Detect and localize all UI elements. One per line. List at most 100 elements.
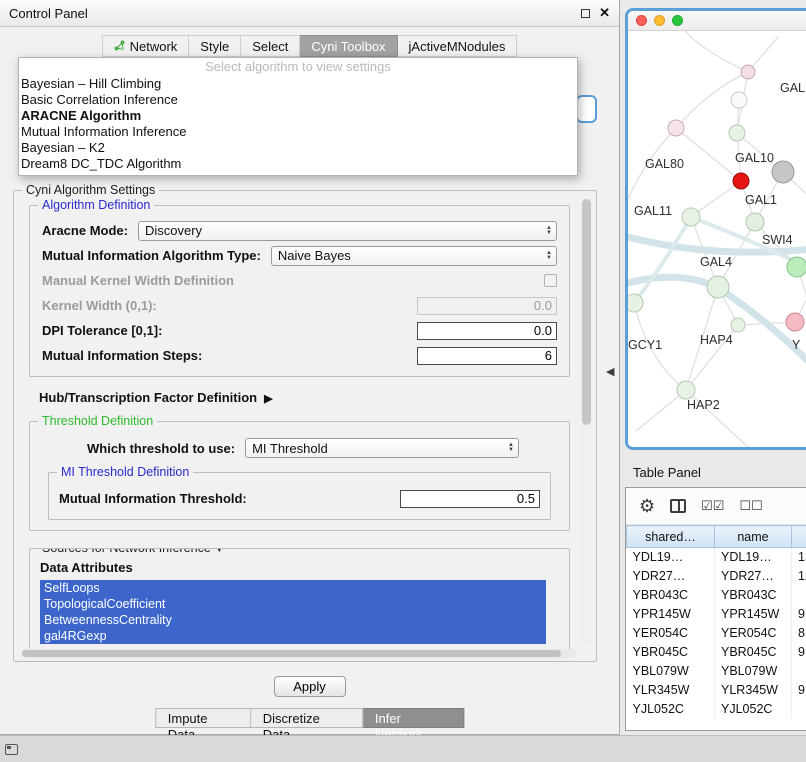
dropdown-placeholder: Select algorithm to view settings <box>19 58 577 76</box>
network-node[interactable] <box>787 257 806 277</box>
network-node[interactable] <box>733 173 749 189</box>
columns-icon[interactable] <box>670 499 686 513</box>
bottom-tab-impute-data[interactable]: Impute Data <box>155 708 251 728</box>
column-header-shared[interactable]: shared… <box>627 526 715 548</box>
close-traffic-light-icon[interactable] <box>636 15 647 26</box>
algorithm-option-bayesian-k2[interactable]: Bayesian – K2 <box>19 140 577 156</box>
network-canvas[interactable]: GAL80GAL10GALGAL11GAL1SWI4GAL4GCY1HAP4HA… <box>628 31 806 447</box>
apply-button[interactable]: Apply <box>274 676 346 697</box>
table-row[interactable]: YLR345WYLR345W9. <box>627 681 806 700</box>
table-cell: YBL079W <box>627 662 715 681</box>
float-panel-icon[interactable] <box>581 9 590 18</box>
zoom-traffic-light-icon[interactable] <box>672 15 683 26</box>
settings-horizontal-scrollbar[interactable] <box>21 649 577 658</box>
panel-collapse-arrow[interactable] <box>606 365 614 378</box>
table-row[interactable]: YPR145WYPR145W9. <box>627 605 806 624</box>
tab-jactivemnodules[interactable]: jActiveMNodules <box>398 35 518 57</box>
node-label-gal80: GAL80 <box>645 157 684 171</box>
algorithm-option-mutual-information-inference[interactable]: Mutual Information Inference <box>19 124 577 140</box>
table-cell: YBL079W <box>715 662 792 681</box>
attribute-topologicalcoefficient[interactable]: TopologicalCoefficient <box>40 596 546 612</box>
table-row[interactable]: YER054CYER054C8. <box>627 624 806 643</box>
node-label-gal4: GAL4 <box>700 255 732 269</box>
combo-arrows-icon <box>546 251 556 261</box>
which-threshold-combobox[interactable]: MI Threshold <box>245 438 519 458</box>
hub-definition-expander[interactable]: Hub/Transcription Factor Definition <box>39 390 570 405</box>
attribute-selfloops[interactable]: SelfLoops <box>40 580 546 596</box>
algorithm-option-dream8-dc-tdc-algorithm[interactable]: Dream8 DC_TDC Algorithm <box>19 156 577 172</box>
algorithm-option-bayesian-hill-climbing[interactable]: Bayesian – Hill Climbing <box>19 76 577 92</box>
dpi-tolerance-label: DPI Tolerance [0,1]: <box>42 323 162 338</box>
column-header[interactable] <box>792 526 806 548</box>
table-cell: YJL052C <box>627 700 715 719</box>
tab-cyni-toolbox[interactable]: Cyni Toolbox <box>300 35 397 57</box>
tab-select[interactable]: Select <box>241 35 300 57</box>
manual-kernel-checkbox[interactable] <box>544 274 557 287</box>
threshold-definition-group: Threshold Definition Which threshold to … <box>29 421 570 531</box>
node-label-y: Y <box>792 338 801 352</box>
network-node[interactable] <box>707 276 729 298</box>
horizontal-scrollbar-thumb[interactable] <box>22 650 561 657</box>
tab-style[interactable]: Style <box>189 35 241 57</box>
network-edge <box>634 217 691 303</box>
network-node[interactable] <box>772 161 794 183</box>
hub-definition-label: Hub/Transcription Factor Definition <box>39 390 257 405</box>
kernel-width-input[interactable] <box>417 297 557 315</box>
network-node[interactable] <box>741 65 755 79</box>
dpi-tolerance-input[interactable] <box>417 322 557 340</box>
which-threshold-value: MI Threshold <box>252 441 328 456</box>
gear-icon[interactable]: ⚙ <box>639 496 655 517</box>
node-label-hap2: HAP2 <box>687 398 720 412</box>
algorithm-option-aracne-algorithm[interactable]: ARACNE Algorithm <box>19 108 577 124</box>
table-row[interactable]: YJL052CYJL052C <box>627 700 806 719</box>
control-panel-titlebar: Control Panel <box>0 0 619 27</box>
bottom-tab-discretize-data[interactable]: Discretize Data <box>251 708 363 728</box>
vertical-scrollbar-thumb[interactable] <box>582 199 591 425</box>
close-panel-icon[interactable] <box>599 5 610 21</box>
table-cell: YJL052C <box>715 700 792 719</box>
unchecked-boxes-icon[interactable]: ☐☐ <box>739 498 762 514</box>
bottom-tab-infer-network[interactable]: Infer Network <box>363 708 464 728</box>
data-attributes-list: SelfLoopsTopologicalCoefficientBetweenne… <box>40 580 546 644</box>
table-row[interactable]: YBL079WYBL079W <box>627 662 806 681</box>
network-node[interactable] <box>731 92 747 108</box>
algorithm-definition-title: Algorithm Definition <box>38 198 154 212</box>
network-node[interactable] <box>731 318 745 332</box>
sources-group-title: Sources for Network Inference <box>38 548 228 555</box>
control-panel-window: Control Panel NetworkStyleSelectCyni Too… <box>0 0 620 735</box>
table-cell: YPR145W <box>715 605 792 624</box>
mi-threshold-input[interactable] <box>400 490 540 508</box>
minimize-traffic-light-icon[interactable] <box>654 15 665 26</box>
tab-bar: NetworkStyleSelectCyni ToolboxjActiveMNo… <box>0 35 619 57</box>
checked-boxes-icon[interactable]: ☑☑ <box>701 498 724 514</box>
algorithm-combobox-edge[interactable] <box>576 95 597 123</box>
algorithm-option-basic-correlation-inference[interactable]: Basic Correlation Inference <box>19 92 577 108</box>
table-header-row: shared…name <box>627 526 806 548</box>
attribute-gal4rgexp[interactable]: gal4RGexp <box>40 628 546 644</box>
network-node[interactable] <box>677 381 695 399</box>
network-node[interactable] <box>746 213 764 231</box>
column-header-name[interactable]: name <box>715 526 792 548</box>
collapse-down-arrow-icon[interactable] <box>214 548 224 555</box>
table-row[interactable]: YBR043CYBR043C <box>627 586 806 605</box>
aracne-mode-combobox[interactable]: Discovery <box>138 221 557 241</box>
attribute-betweennesscentrality[interactable]: BetweennessCentrality <box>40 612 546 628</box>
table-cell: YBR043C <box>715 586 792 605</box>
network-node[interactable] <box>628 294 643 312</box>
panel-grid-icon[interactable] <box>5 744 18 755</box>
table-row[interactable]: YDR27…YDR27…12 <box>627 567 806 586</box>
network-node[interactable] <box>668 120 684 136</box>
network-edge <box>636 390 686 431</box>
network-node[interactable] <box>729 125 745 141</box>
table-row[interactable]: YBR045CYBR045C9. <box>627 643 806 662</box>
settings-vertical-scrollbar[interactable] <box>580 197 593 645</box>
network-node[interactable] <box>786 313 804 331</box>
tab-network[interactable]: Network <box>102 35 190 57</box>
network-view-window[interactable]: GAL80GAL10GALGAL11GAL1SWI4GAL4GCY1HAP4HA… <box>625 8 806 450</box>
mi-algorithm-type-combobox[interactable]: Naive Bayes <box>271 246 557 266</box>
table-row[interactable]: YDL19…YDL19…13 <box>627 548 806 567</box>
kernel-width-row: Kernel Width (0,1): <box>42 293 557 318</box>
network-node[interactable] <box>682 208 700 226</box>
network-graph[interactable]: GAL80GAL10GALGAL11GAL1SWI4GAL4GCY1HAP4HA… <box>628 31 806 447</box>
mi-steps-input[interactable] <box>417 347 557 365</box>
